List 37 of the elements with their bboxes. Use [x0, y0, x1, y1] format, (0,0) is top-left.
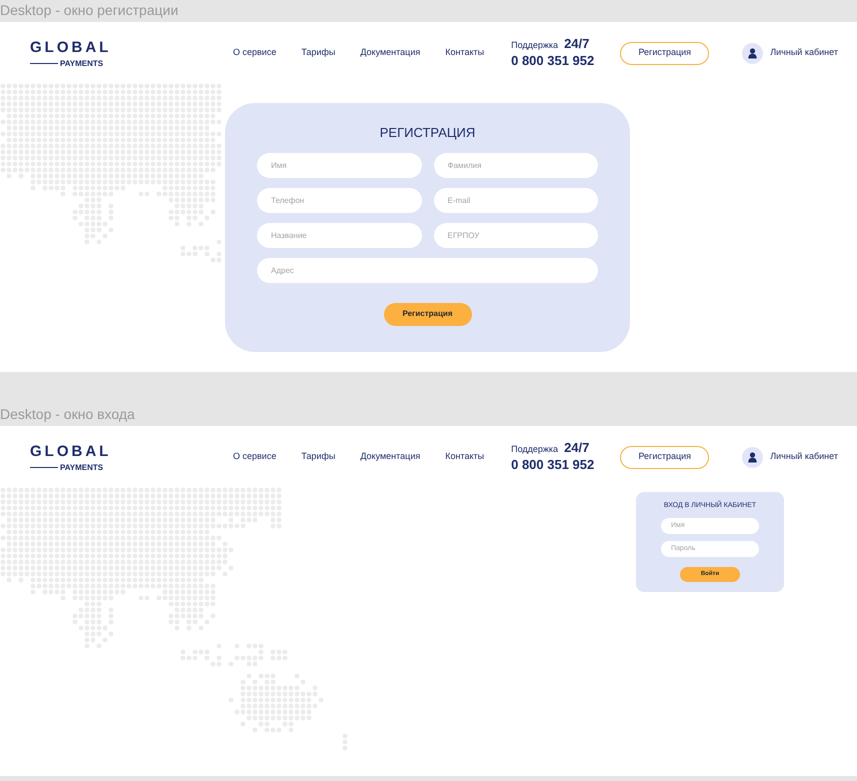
register-button[interactable]: Регистрация	[620, 42, 710, 64]
input-field[interactable]: Имя	[257, 152, 422, 178]
user-icon[interactable]	[742, 446, 764, 468]
user-icon[interactable]	[742, 42, 764, 64]
input-field[interactable]: Адрес	[257, 258, 598, 282]
frame-label: Desktop - окно регистрации	[0, 1, 178, 20]
nav-link[interactable]: Документация	[360, 46, 420, 60]
nav-link[interactable]: О сервисе	[233, 450, 276, 464]
register-button[interactable]: Регистрация	[620, 446, 710, 468]
frame-label: Desktop - окно входа	[0, 405, 135, 424]
nav-link[interactable]: Тарифы	[301, 450, 336, 464]
logo-subtitle: PAYMENTS	[60, 464, 104, 472]
support-hours: 24/7	[564, 37, 590, 50]
nav-link[interactable]: Тарифы	[301, 46, 336, 60]
phone-number: 0 800 351 952	[511, 52, 594, 69]
submit-button[interactable]: Регистрация	[384, 302, 472, 326]
input-field[interactable]: E-mail	[434, 188, 598, 212]
logo-line	[30, 467, 58, 468]
logo-title: GLOBAL	[30, 442, 112, 460]
nav-link[interactable]: О сервисе	[233, 46, 276, 60]
input-field[interactable]: Телефон	[257, 188, 422, 212]
form-title: РЕГИСТРАЦИЯ	[380, 124, 476, 142]
support-label: Поддержка	[511, 39, 558, 52]
account-link[interactable]: Личный кабинет	[770, 46, 838, 60]
nav-link[interactable]: Контакты	[445, 46, 484, 60]
nav-link[interactable]: Документация	[360, 450, 420, 464]
account-link[interactable]: Личный кабинет	[770, 450, 838, 464]
input-field[interactable]: ЕГРПОУ	[434, 222, 598, 248]
phone-number: 0 800 351 952	[511, 456, 594, 473]
logo-line	[30, 63, 58, 64]
input-field[interactable]: Фамилия	[434, 152, 598, 178]
logo-title: GLOBAL	[30, 38, 112, 56]
input-field[interactable]: Название	[257, 222, 422, 248]
nav-link[interactable]: Контакты	[445, 450, 484, 464]
support-hours: 24/7	[564, 441, 590, 454]
support-label: Поддержка	[511, 443, 558, 456]
logo-subtitle: PAYMENTS	[60, 60, 104, 68]
